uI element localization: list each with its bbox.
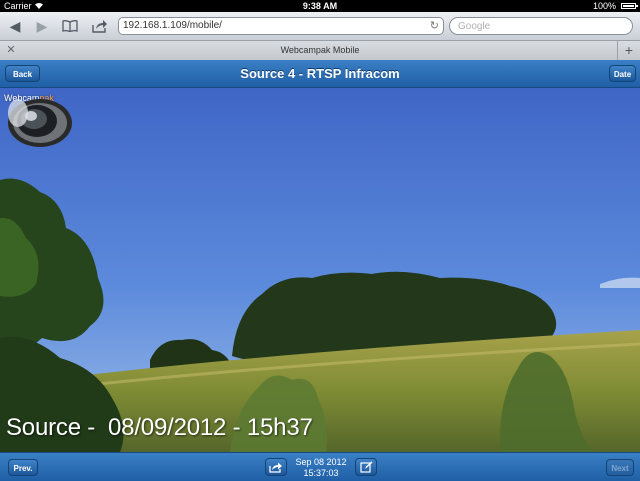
prev-button[interactable]: Prev.: [8, 459, 38, 476]
plus-icon[interactable]: +: [617, 41, 640, 60]
tab-title[interactable]: Webcampak Mobile: [0, 41, 640, 60]
back-arrow-icon[interactable]: ◀: [6, 17, 24, 35]
camera-image: Webcampak Source - 08/09/2012 - 15h37: [0, 88, 640, 452]
clock: 9:38 AM: [302, 1, 338, 11]
url-text: 192.168.1.109/mobile/: [123, 20, 222, 31]
edit-icon: [359, 461, 372, 473]
page-title: Source 4 - RTSP Infracom: [240, 66, 400, 81]
share-icon[interactable]: [91, 17, 109, 35]
next-button[interactable]: Next: [606, 459, 634, 476]
webcampak-logo: Webcampak: [4, 93, 72, 147]
date-button[interactable]: Date: [609, 65, 636, 82]
browser-toolbar: ◀ ▶ 192.168.1.109/mobile/ ↻: [0, 12, 640, 41]
forward-arrow-icon[interactable]: ▶: [33, 17, 51, 35]
share-button[interactable]: [265, 458, 287, 476]
camera-scene: [0, 88, 640, 452]
footer-date: Sep 08 2012: [295, 457, 347, 467]
edit-button[interactable]: [355, 458, 377, 476]
url-field[interactable]: 192.168.1.109/mobile/ ↻: [118, 17, 444, 35]
camera-lens-icon: [8, 99, 72, 147]
bookmarks-icon[interactable]: [61, 17, 79, 35]
battery-icon: [621, 3, 638, 9]
footer-time: 15:37:03: [303, 468, 339, 478]
status-bar: Carrier 9:38 AM 100%: [0, 0, 640, 12]
tab-bar: ✕ Webcampak Mobile +: [0, 41, 640, 61]
search-input[interactable]: [449, 17, 633, 35]
battery-percent: 100%: [592, 1, 616, 11]
bottom-toolbar: Prev. Sep 08 2012 15:37:03 Next: [0, 452, 640, 481]
app-header: Back Source 4 - RTSP Infracom Date: [0, 60, 640, 88]
share-icon: [269, 462, 282, 473]
reload-icon[interactable]: ↻: [430, 18, 439, 34]
timestamp-overlay: Source - 08/09/2012 - 15h37: [6, 414, 313, 441]
